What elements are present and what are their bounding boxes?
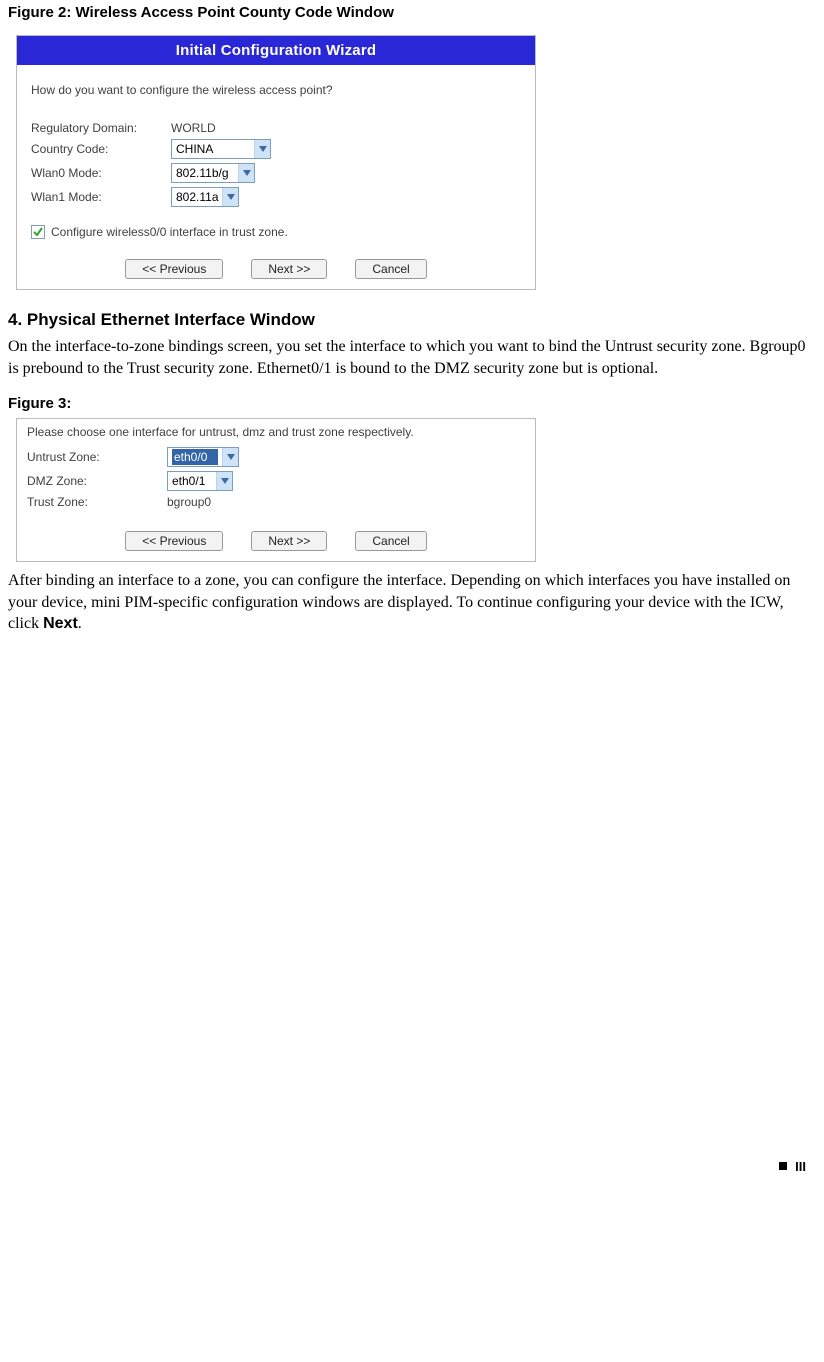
page-footer: III xyxy=(0,1151,824,1182)
next-button[interactable]: Next >> xyxy=(251,259,327,279)
regulatory-domain-label: Regulatory Domain: xyxy=(31,121,171,135)
row-trust-zone-checkbox: Configure wireless0/0 interface in trust… xyxy=(31,225,521,239)
after-figure3-next-bold: Next xyxy=(43,615,78,632)
wlan1-mode-value: 802.11a xyxy=(176,190,218,204)
trust-zone-label: Trust Zone: xyxy=(27,495,167,509)
wizard-titlebar: Initial Configuration Wizard xyxy=(17,36,535,65)
row-dmz-zone: DMZ Zone: eth0/1 xyxy=(27,471,525,491)
after-figure3-body: After binding an interface to a zone, yo… xyxy=(8,570,816,635)
chevron-down-icon[interactable] xyxy=(238,164,254,182)
figure3-wizard: Please choose one interface for untrust,… xyxy=(16,418,536,562)
row-country-code: Country Code: CHINA xyxy=(31,139,521,159)
row-untrust-zone: Untrust Zone: eth0/0 xyxy=(27,447,525,467)
section4-body: On the interface-to-zone bindings screen… xyxy=(8,336,816,379)
section4-title: 4. Physical Ethernet Interface Window xyxy=(8,310,816,330)
country-code-value: CHINA xyxy=(176,142,250,156)
wizard-button-row: << Previous Next >> Cancel xyxy=(17,251,535,289)
untrust-zone-value: eth0/0 xyxy=(172,449,218,465)
country-code-label: Country Code: xyxy=(31,142,171,156)
regulatory-domain-value: WORLD xyxy=(171,121,216,135)
figure3-prompt: Please choose one interface for untrust,… xyxy=(27,425,525,439)
after-figure3-body-pre: After binding an interface to a zone, yo… xyxy=(8,572,790,632)
chevron-down-icon[interactable] xyxy=(254,140,270,158)
cancel-button[interactable]: Cancel xyxy=(355,531,426,551)
dmz-zone-select[interactable]: eth0/1 xyxy=(167,471,233,491)
trust-zone-value: bgroup0 xyxy=(167,495,211,509)
wlan0-mode-label: Wlan0 Mode: xyxy=(31,166,171,180)
check-icon xyxy=(32,226,44,238)
wlan1-mode-label: Wlan1 Mode: xyxy=(31,190,171,204)
chevron-down-icon[interactable] xyxy=(222,188,238,206)
dmz-zone-value: eth0/1 xyxy=(172,474,212,488)
wlan0-mode-select[interactable]: 802.11b/g xyxy=(171,163,255,183)
row-trust-zone: Trust Zone: bgroup0 xyxy=(27,495,525,509)
row-wlan0: Wlan0 Mode: 802.11b/g xyxy=(31,163,521,183)
cancel-button[interactable]: Cancel xyxy=(355,259,426,279)
figure3-button-row: << Previous Next >> Cancel xyxy=(17,523,535,561)
chevron-down-icon[interactable] xyxy=(222,448,238,466)
wlan1-mode-select[interactable]: 802.11a xyxy=(171,187,239,207)
figure2-caption: Figure 2: Wireless Access Point County C… xyxy=(8,4,816,21)
untrust-zone-select[interactable]: eth0/0 xyxy=(167,447,239,467)
next-button[interactable]: Next >> xyxy=(251,531,327,551)
page-number: III xyxy=(795,1159,806,1174)
row-wlan1: Wlan1 Mode: 802.11a xyxy=(31,187,521,207)
trust-zone-checkbox-label: Configure wireless0/0 interface in trust… xyxy=(51,225,288,239)
footer-square-icon xyxy=(779,1162,787,1170)
country-code-select[interactable]: CHINA xyxy=(171,139,271,159)
trust-zone-checkbox[interactable] xyxy=(31,225,45,239)
figure3-caption: Figure 3: xyxy=(8,395,816,412)
wlan0-mode-value: 802.11b/g xyxy=(176,166,234,180)
after-figure3-period: . xyxy=(78,615,82,632)
row-regulatory-domain: Regulatory Domain: WORLD xyxy=(31,121,521,135)
previous-button[interactable]: << Previous xyxy=(125,259,223,279)
figure2-wizard: Initial Configuration Wizard How do you … xyxy=(16,35,536,290)
chevron-down-icon[interactable] xyxy=(216,472,232,490)
previous-button[interactable]: << Previous xyxy=(125,531,223,551)
untrust-zone-label: Untrust Zone: xyxy=(27,450,167,464)
wizard-prompt: How do you want to configure the wireles… xyxy=(31,83,521,97)
dmz-zone-label: DMZ Zone: xyxy=(27,474,167,488)
